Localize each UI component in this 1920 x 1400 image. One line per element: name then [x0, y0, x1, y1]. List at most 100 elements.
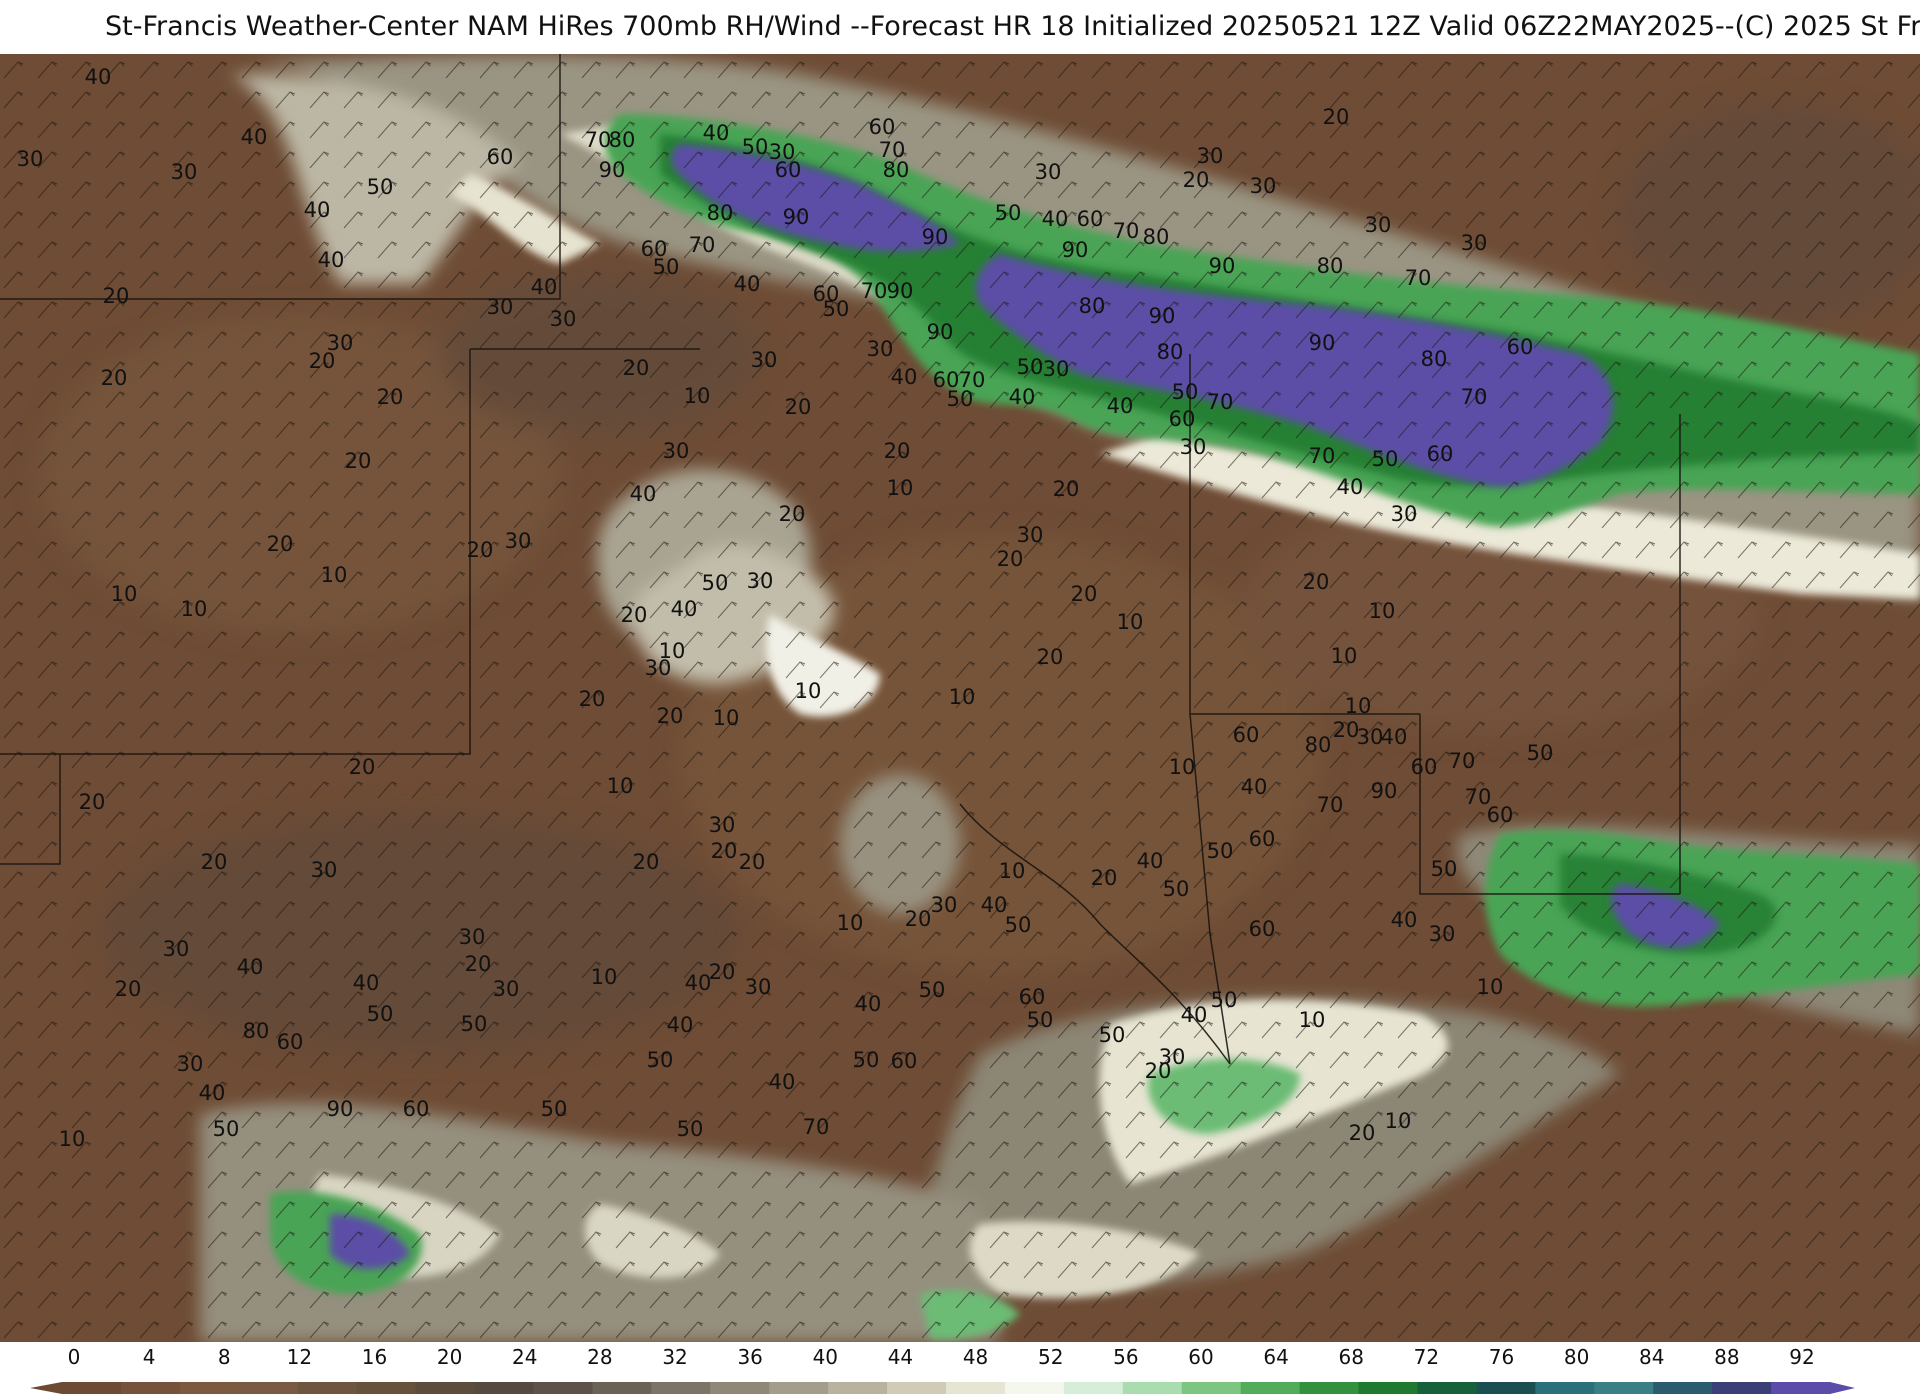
contour-label: 20 — [377, 385, 404, 409]
colorbar: 0 4 8 12 16 20 24 28 32 36 40 44 48 52 56 60 64 68 72 76 80 8… — [30, 1345, 1855, 1394]
contour-label: 40 — [630, 482, 657, 506]
contour-label: 10 — [713, 706, 740, 730]
colorbar-tick: 76 — [1489, 1345, 1514, 1369]
colorbar-tick: 0 — [68, 1345, 81, 1369]
contour-label: 70 — [803, 1115, 830, 1139]
contour-label: 20 — [309, 349, 336, 373]
colorbar-swatch — [1476, 1382, 1536, 1394]
contour-label: 10 — [887, 476, 914, 500]
contour-label: 10 — [591, 965, 618, 989]
colorbar-tick: 92 — [1789, 1345, 1814, 1369]
colorbar-tick: 32 — [662, 1345, 687, 1369]
contour-label: 20 — [201, 850, 228, 874]
contour-label: 20 — [739, 850, 766, 874]
contour-label: 70 — [1449, 749, 1476, 773]
contour-label: 80 — [1143, 225, 1170, 249]
contour-label: 10 — [1385, 1109, 1412, 1133]
contour-label: 30 — [751, 348, 778, 372]
contour-label: 50 — [1211, 988, 1238, 1012]
contour-label: 70 — [1405, 266, 1432, 290]
contour-label: 10 — [111, 582, 138, 606]
colorbar-tick: 36 — [737, 1345, 762, 1369]
colorbar-swatch — [1063, 1382, 1124, 1394]
contour-label: 30 — [663, 439, 690, 463]
colorbar-tick: 84 — [1639, 1345, 1664, 1369]
contour-label: 10 — [949, 685, 976, 709]
contour-label: 40 — [531, 275, 558, 299]
colorbar-tick: 4 — [143, 1345, 156, 1369]
contour-label: 20 — [1053, 477, 1080, 501]
colorbar-swatch — [533, 1382, 593, 1394]
contour-label: 50 — [677, 1117, 704, 1141]
contour-label: 90 — [599, 158, 626, 182]
contour-label: 10 — [795, 679, 822, 703]
contour-label: 30 — [931, 893, 958, 917]
contour-label: 40 — [769, 1070, 796, 1094]
contour-label: 10 — [59, 1127, 86, 1151]
colorbar-swatch — [179, 1382, 240, 1394]
colorbar-tick: 60 — [1188, 1345, 1213, 1369]
contour-label: 80 — [883, 158, 910, 182]
contour-label: 60 — [1169, 407, 1196, 431]
contour-label: 30 — [1035, 160, 1062, 184]
contour-label: 30 — [493, 977, 520, 1001]
contour-label: 40 — [1107, 394, 1134, 418]
contour-label: 60 — [813, 282, 840, 306]
contour-label: 90 — [1149, 304, 1176, 328]
contour-label: 10 — [1345, 694, 1372, 718]
colorbar-swatch — [887, 1382, 947, 1394]
contour-label: 50 — [853, 1048, 880, 1072]
colorbar-swatch — [1240, 1382, 1301, 1394]
colorbar-right-arrow — [1830, 1382, 1855, 1394]
contour-label: 20 — [1091, 866, 1118, 890]
contour-label: 20 — [1333, 718, 1360, 742]
colorbar-tick: 80 — [1564, 1345, 1589, 1369]
contour-label: 30 — [1017, 523, 1044, 547]
contour-label: 30 — [1365, 213, 1392, 237]
colorbar-swatch — [356, 1382, 417, 1394]
contour-label: 30 — [1461, 231, 1488, 255]
contour-label: 50 — [1017, 355, 1044, 379]
contour-label: 40 — [685, 971, 712, 995]
map-title: St-Francis Weather-Center NAM HiRes 700m… — [105, 11, 1920, 42]
contour-label: 30 — [1197, 144, 1224, 168]
contour-label: 50 — [541, 1097, 568, 1121]
contour-label: 40 — [199, 1081, 226, 1105]
contour-label: 60 — [1019, 985, 1046, 1009]
contour-label: 50 — [1431, 857, 1458, 881]
contour-label: 20 — [345, 449, 372, 473]
contour-label: 40 — [1042, 207, 1069, 231]
contour-label: 10 — [181, 597, 208, 621]
colorbar-swatch — [651, 1382, 711, 1394]
contour-label: 20 — [1145, 1059, 1172, 1083]
contour-label: 20 — [621, 603, 648, 627]
contour-label: 50 — [947, 387, 974, 411]
colorbar-swatch — [1417, 1382, 1477, 1394]
contour-label: 20 — [711, 839, 738, 863]
contour-label: 10 — [1331, 644, 1358, 668]
colorbar-tick: 48 — [963, 1345, 988, 1369]
colorbar-swatch — [1122, 1382, 1183, 1394]
contour-label: 40 — [1181, 1003, 1208, 1027]
contour-label: 40 — [1337, 475, 1364, 499]
contour-label: 40 — [667, 1013, 694, 1037]
contour-label: 20 — [1071, 582, 1098, 606]
colorbar-tick-labels: 0 4 8 12 16 20 24 28 32 36 40 44 48 52 56 60 64 68 72 76 80 8… — [68, 1345, 1815, 1369]
contour-label: 20 — [79, 790, 106, 814]
contour-label: 50 — [367, 1002, 394, 1026]
contour-label: 40 — [1009, 385, 1036, 409]
colorbar-tick: 24 — [512, 1345, 537, 1369]
contour-label: 40 — [671, 597, 698, 621]
contour-label: 60 — [1249, 827, 1276, 851]
colorbar-swatches — [30, 1382, 1855, 1394]
contour-label: 40 — [1241, 775, 1268, 799]
contour-label: 70 — [1207, 390, 1234, 414]
contour-label: 30 — [487, 295, 514, 319]
colorbar-swatch — [1358, 1382, 1419, 1394]
contour-label: 80 — [1421, 347, 1448, 371]
contour-label: 20 — [579, 687, 606, 711]
contour-label: 30 — [1357, 725, 1384, 749]
contour-label: 20 — [1323, 105, 1350, 129]
contour-label: 20 — [465, 952, 492, 976]
colorbar-tick: 12 — [287, 1345, 312, 1369]
